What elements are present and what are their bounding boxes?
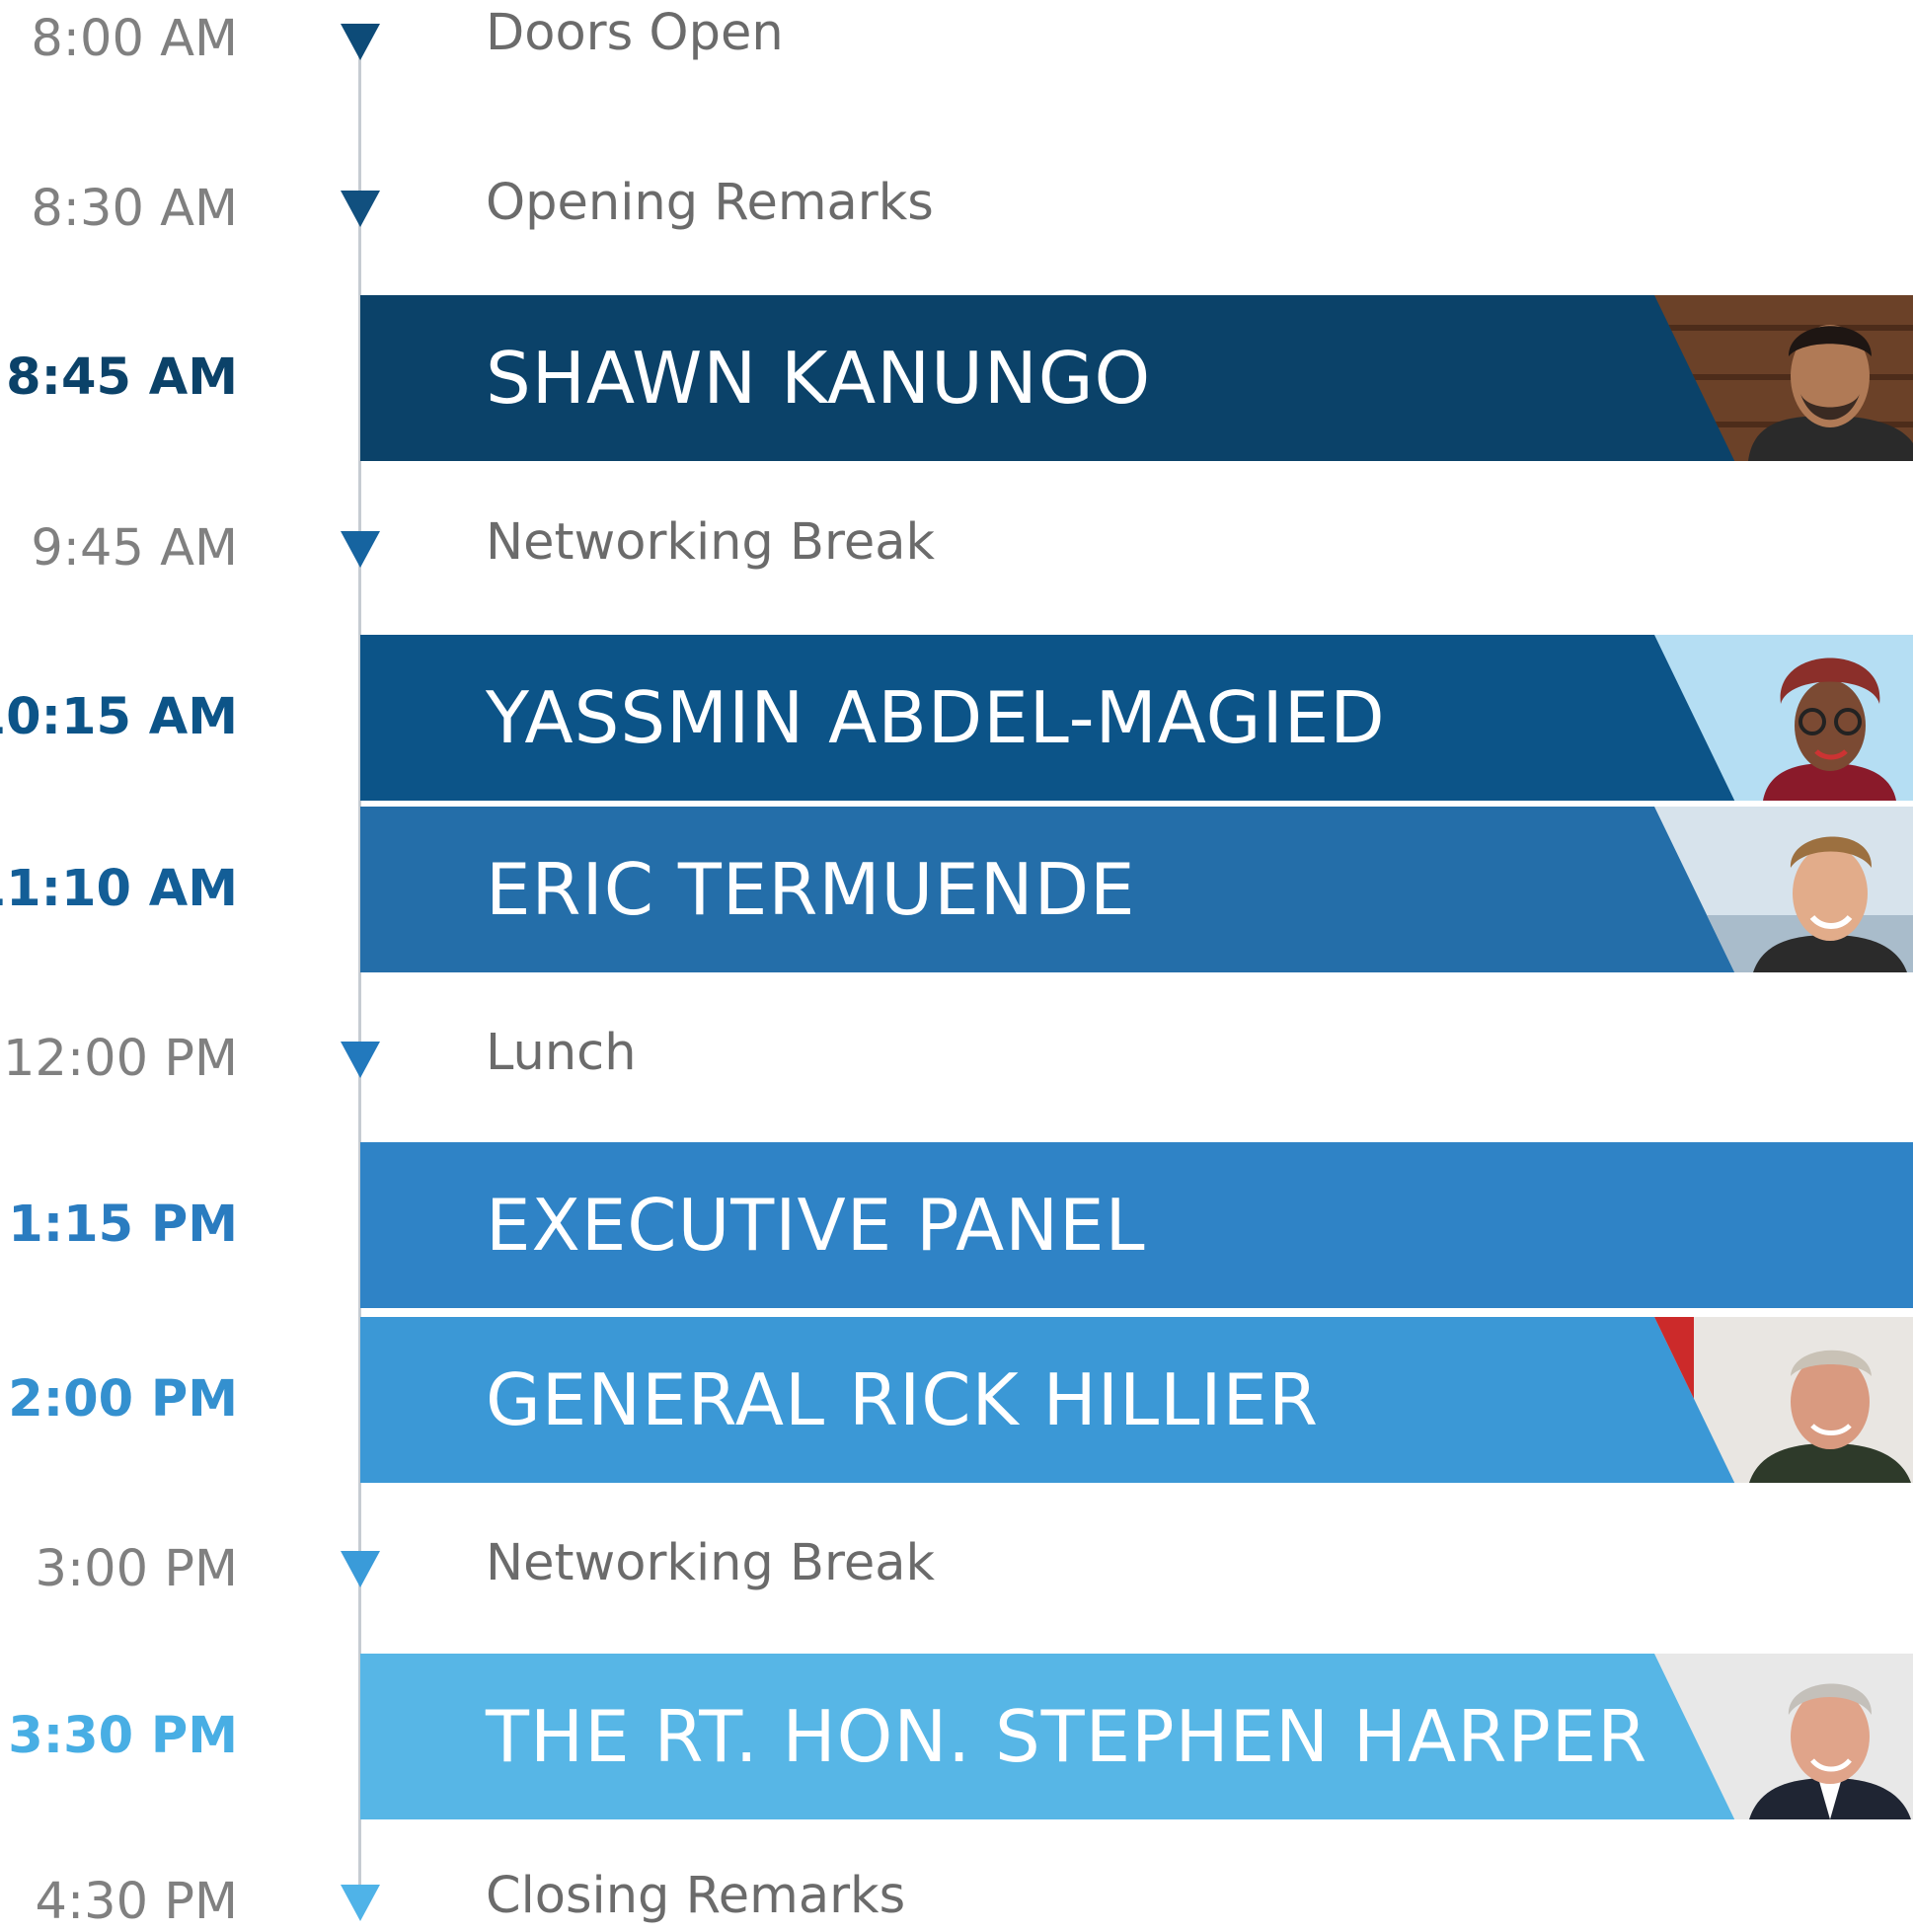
time-label: 2:00 PM — [8, 1370, 238, 1429]
time-label: 8:30 AM — [31, 180, 238, 238]
time-label: 3:30 PM — [8, 1707, 238, 1765]
speaker-name: THE RT. HON. STEPHEN HARPER — [486, 1695, 1648, 1778]
schedule-row-speaker-harper[interactable]: 3:30 PM THE RT. HON. STEPHEN HARPER — [0, 1654, 1913, 1819]
time-label: 9:45 AM — [31, 519, 238, 578]
schedule-row-speaker-abdel-magied[interactable]: 10:15 AM YASSMIN ABDEL-MAGIED — [0, 635, 1913, 801]
speaker-photo-avatar — [1654, 295, 1913, 461]
time-label: 8:45 AM — [6, 348, 238, 407]
time-label: 3:00 PM — [35, 1540, 239, 1598]
speaker-banner[interactable]: YASSMIN ABDEL-MAGIED — [360, 635, 1913, 801]
speaker-banner[interactable]: EXECUTIVE PANEL — [360, 1142, 1913, 1308]
schedule-row-networking-break-1: 9:45 AM Networking Break — [0, 513, 1913, 579]
time-label: 12:00 PM — [3, 1030, 238, 1088]
speaker-banner[interactable]: GENERAL RICK HILLIER — [360, 1317, 1913, 1483]
schedule-row-executive-panel[interactable]: 1:15 PM EXECUTIVE PANEL — [0, 1142, 1913, 1308]
event-label: Lunch — [486, 1024, 637, 1082]
event-label: Networking Break — [486, 1534, 936, 1592]
timeline-marker-icon — [341, 531, 380, 568]
speaker-name: ERIC TERMUENDE — [486, 848, 1136, 931]
speaker-name: GENERAL RICK HILLIER — [486, 1358, 1319, 1441]
speaker-name: YASSMIN ABDEL-MAGIED — [486, 676, 1386, 759]
event-label: Doors Open — [486, 4, 784, 62]
event-label: Opening Remarks — [486, 174, 934, 232]
schedule-row-networking-break-2: 3:00 PM Networking Break — [0, 1534, 1913, 1599]
timeline-marker-icon — [341, 24, 380, 60]
schedule-row-closing-remarks: 4:30 PM Closing Remarks — [0, 1867, 1913, 1932]
timeline-marker-icon — [341, 1885, 380, 1921]
schedule-row-speaker-hillier[interactable]: 2:00 PM GENERAL RICK HILLIER — [0, 1317, 1913, 1483]
event-label: Networking Break — [486, 513, 936, 572]
time-label: 4:30 PM — [35, 1873, 239, 1931]
speaker-photo-avatar — [1654, 635, 1913, 801]
time-label: 8:00 AM — [31, 10, 238, 68]
speaker-name: SHAWN KANUNGO — [486, 337, 1152, 420]
schedule-row-speaker-kanungo[interactable]: 8:45 AM SHAWN KANUNGO — [0, 295, 1913, 461]
schedule-row-speaker-termuende[interactable]: 11:10 AM ERIC TERMUENDE — [0, 807, 1913, 972]
schedule-row-opening-remarks: 8:30 AM Opening Remarks — [0, 174, 1913, 239]
event-label: Closing Remarks — [486, 1867, 906, 1925]
speaker-banner[interactable]: THE RT. HON. STEPHEN HARPER — [360, 1654, 1913, 1819]
timeline-marker-icon — [341, 191, 380, 227]
schedule-row-doors-open: 8:00 AM Doors Open — [0, 4, 1913, 69]
speaker-banner[interactable]: ERIC TERMUENDE — [360, 807, 1913, 972]
timeline-marker-icon — [341, 1042, 380, 1078]
speaker-photo-avatar — [1654, 1317, 1913, 1483]
schedule-row-lunch: 12:00 PM Lunch — [0, 1024, 1913, 1089]
speaker-banner[interactable]: SHAWN KANUNGO — [360, 295, 1913, 461]
speaker-name: EXECUTIVE PANEL — [486, 1184, 1146, 1267]
time-label: 1:15 PM — [8, 1196, 238, 1254]
timeline-marker-icon — [341, 1551, 380, 1587]
speaker-photo-avatar — [1654, 807, 1913, 972]
time-label: 10:15 AM — [0, 688, 238, 746]
time-label: 11:10 AM — [0, 860, 238, 918]
speaker-photo-avatar — [1654, 1654, 1913, 1819]
